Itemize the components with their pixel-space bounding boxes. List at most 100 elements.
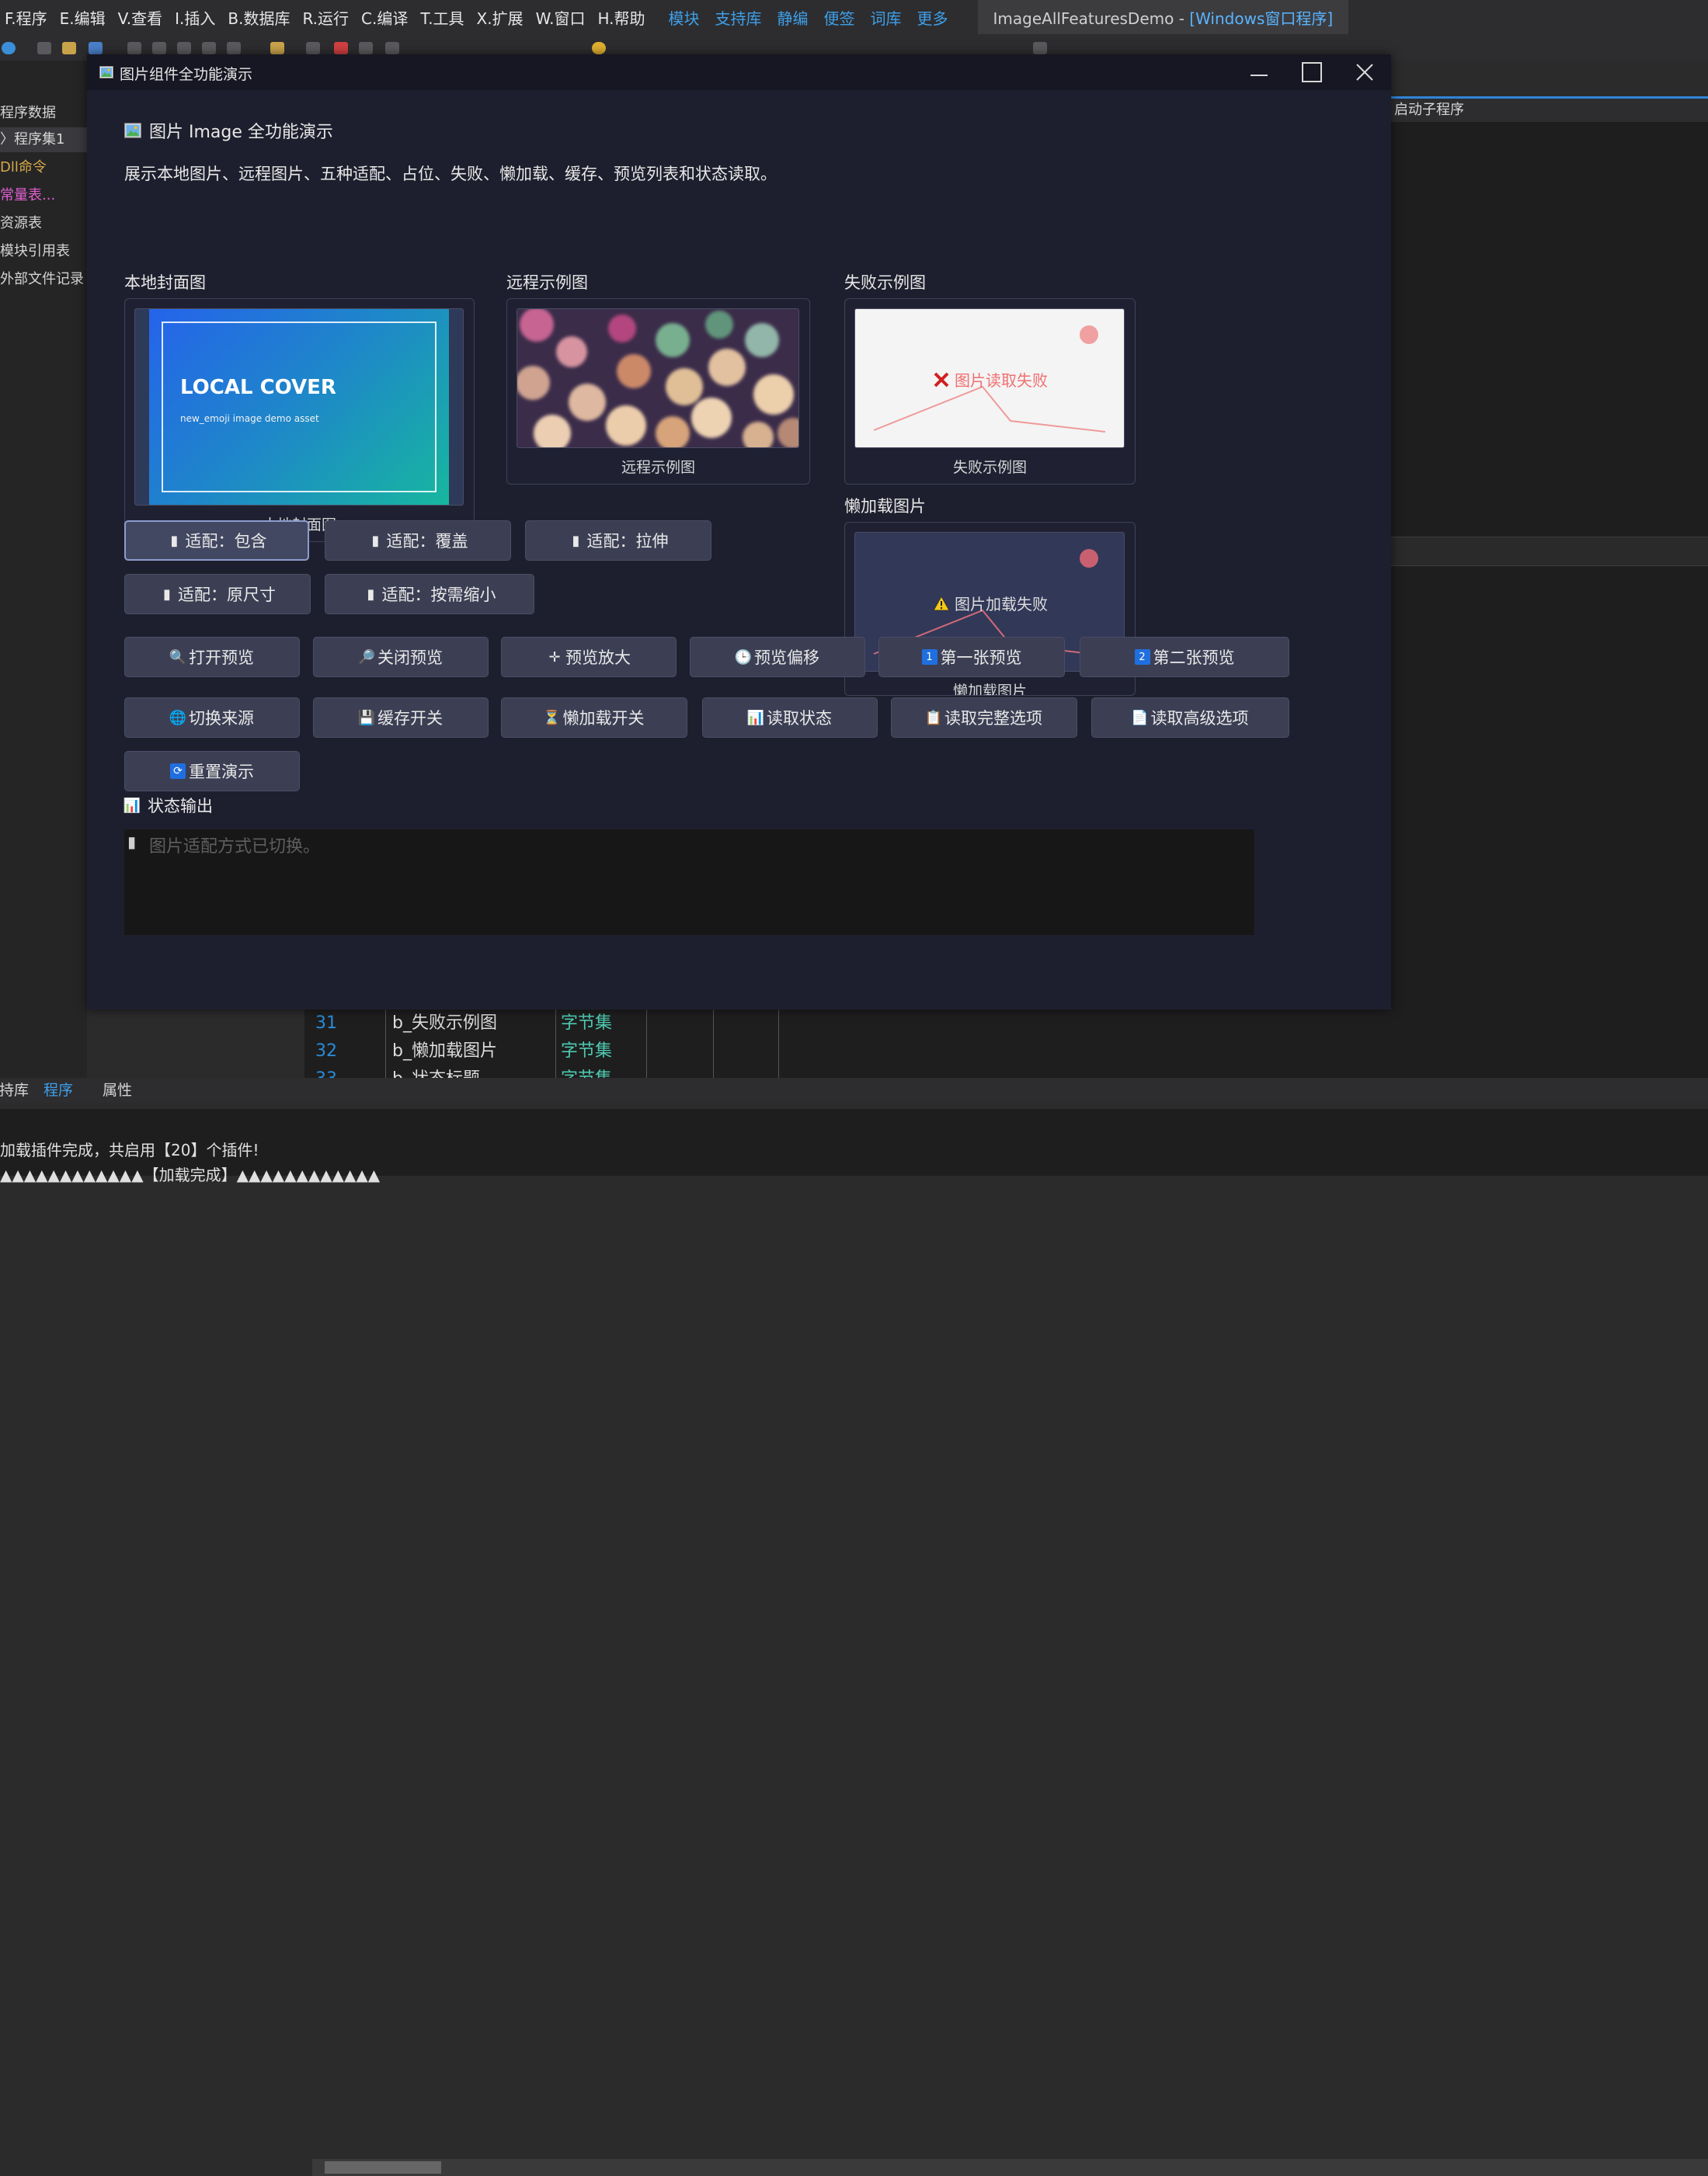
menu-edit[interactable]: E.编辑 (60, 6, 106, 29)
phone-icon: ▮ (367, 586, 375, 603)
document-icon: 📄 (1131, 709, 1149, 726)
step-icon[interactable] (359, 42, 373, 54)
paste-icon[interactable] (177, 42, 191, 54)
window-titlebar[interactable]: 图片组件全功能演示 (87, 54, 1391, 90)
status-title: 📊 状态输出 (123, 797, 213, 815)
tab-properties[interactable]: 属性 (103, 1078, 132, 1103)
failed-image-card[interactable]: 图片读取失败 失败示例图 (844, 298, 1136, 485)
link-static[interactable]: 静编 (777, 6, 809, 29)
menu-database[interactable]: B.数据库 (228, 6, 290, 29)
lazy-toggle-button[interactable]: ⏳ 懒加载开关 (501, 697, 687, 738)
fit-cover-button[interactable]: ▮ 适配：覆盖 (325, 520, 511, 561)
folder-icon[interactable] (270, 42, 284, 54)
menu-extend[interactable]: X.扩展 (477, 6, 524, 29)
fit-contain-button[interactable]: ▮ 适配：包含 (124, 520, 309, 561)
refresh-icon: ⟳ (170, 763, 186, 779)
magnifier-icon: 🔎 (357, 648, 376, 666)
table-cell (713, 1010, 779, 1038)
tree-item-external-files[interactable]: 外部文件记录 (0, 267, 87, 292)
menu-view[interactable]: V.查看 (118, 6, 162, 29)
page-title: 图片 Image 全功能演示 (124, 118, 333, 143)
table-row[interactable]: 31 b_失败示例图 字节集 (304, 1010, 864, 1038)
menu-tools[interactable]: T.工具 (420, 6, 464, 29)
status-output[interactable]: ▮ 图片适配方式已切换。 (124, 829, 1254, 935)
nav-icon[interactable] (2, 42, 16, 54)
menu-compile[interactable]: C.编译 (361, 6, 408, 29)
second-preview-button[interactable]: 2 第二张预览 (1080, 637, 1289, 677)
fit-stretch-button[interactable]: ▮ 适配：拉伸 (525, 520, 711, 561)
copy-icon[interactable] (152, 42, 166, 54)
local-cover-image: LOCAL COVER new_emoji image demo asset (134, 308, 464, 506)
panel-divider (1391, 537, 1708, 566)
cut-icon[interactable] (127, 42, 141, 54)
phone-icon: ▮ (170, 532, 179, 549)
minimize-button[interactable] (1233, 54, 1285, 90)
offset-preview-button[interactable]: 🕒 预览偏移 (690, 637, 865, 677)
run-icon[interactable] (306, 42, 320, 54)
switch-source-button[interactable]: 🌐 切换来源 (124, 697, 300, 738)
zoom-preview-button[interactable]: ✛ 预览放大 (501, 637, 677, 677)
read-full-options-button[interactable]: 📋 读取完整选项 (891, 697, 1077, 738)
link-more[interactable]: 更多 (917, 6, 948, 29)
output-line: 加载插件完成，共启用【20】个插件! (0, 1141, 259, 1159)
bokeh-lights (517, 309, 798, 447)
menu-run[interactable]: R.运行 (302, 6, 349, 29)
tree-item-constants[interactable]: 常量表... (0, 183, 87, 208)
tab-program[interactable]: 程序 (43, 1078, 73, 1103)
fit-scale-down-button[interactable]: ▮ 适配：按需缩小 (325, 574, 534, 614)
undo-icon[interactable] (202, 42, 216, 54)
tool-icon[interactable] (1033, 42, 1047, 54)
first-preview-button[interactable]: 1 第一张预览 (878, 637, 1065, 677)
tree-item-dll[interactable]: Dll命令 (0, 155, 87, 180)
cache-toggle-button[interactable]: 💾 缓存开关 (313, 697, 489, 738)
var-type: 字节集 (555, 1038, 647, 1065)
redo-icon[interactable] (227, 42, 241, 54)
close-button[interactable] (1338, 54, 1391, 90)
open-preview-button[interactable]: 🔍 打开预览 (124, 637, 300, 677)
open-folder-icon[interactable] (62, 42, 76, 54)
save-icon[interactable] (89, 42, 103, 54)
phone-icon: ▮ (163, 586, 171, 603)
read-advanced-options-button[interactable]: 📄 读取高级选项 (1091, 697, 1289, 738)
menu-insert[interactable]: I.插入 (175, 6, 215, 29)
local-image-card[interactable]: LOCAL COVER new_emoji image demo asset 本… (124, 298, 475, 542)
close-preview-button[interactable]: 🔎 关闭预览 (313, 637, 489, 677)
tree-item-assembly[interactable]: 〉程序集1 (0, 127, 87, 152)
horizontal-scrollbar[interactable] (312, 2159, 1708, 2176)
new-file-icon[interactable] (37, 42, 51, 54)
tree-item-resources[interactable]: 资源表 (0, 211, 87, 236)
stop-icon[interactable] (334, 42, 348, 54)
reset-demo-button[interactable]: ⟳ 重置演示 (124, 751, 300, 791)
debug-icon[interactable] (385, 42, 399, 54)
table-row[interactable]: 32 b_懒加载图片 字节集 (304, 1038, 864, 1065)
scrollbar-thumb[interactable] (325, 2161, 441, 2174)
link-module[interactable]: 模块 (669, 6, 700, 29)
link-notes[interactable]: 便签 (824, 6, 855, 29)
remote-image-card[interactable]: 远程示例图 (506, 298, 810, 485)
hourglass-icon: ⏳ (543, 709, 561, 726)
window-title: 图片组件全功能演示 (120, 66, 253, 83)
bulb-icon[interactable] (592, 42, 606, 54)
tab-support-lib[interactable]: 支持库 (0, 1078, 29, 1103)
maximize-button[interactable] (1285, 54, 1338, 90)
globe-icon: 🌐 (169, 709, 187, 726)
tree-item-module-refs[interactable]: 模块引用表 (0, 239, 87, 264)
phone-icon: ▮ (371, 532, 380, 549)
remote-bokeh-image (517, 308, 799, 448)
link-support-lib[interactable]: 支持库 (715, 6, 762, 29)
menu-program[interactable]: F.程序 (5, 6, 47, 29)
floppy-disk-icon: 💾 (357, 709, 376, 726)
menu-help[interactable]: H.帮助 (597, 6, 645, 29)
remote-image-caption: 远程示例图 (621, 459, 695, 476)
demo-window: 图片组件全功能演示 图片 Image 全功能演示 展示本地图片、远程图片、五种适… (87, 54, 1391, 1010)
cover-border (162, 322, 437, 492)
read-status-button[interactable]: 📊 读取状态 (702, 697, 878, 738)
cover-title: LOCAL COVER (180, 376, 336, 399)
tree-item-program-data[interactable]: 程序数据 (0, 101, 87, 126)
fit-original-button[interactable]: ▮ 适配：原尺寸 (124, 574, 311, 614)
menu-window[interactable]: W.窗口 (536, 6, 586, 29)
output-line: ▲▲▲▲▲▲▲▲▲▲▲▲【加载完成】▲▲▲▲▲▲▲▲▲▲▲▲ (0, 1166, 381, 1184)
right-panel-title: 启动子程序 (1391, 96, 1708, 122)
link-lexicon[interactable]: 词库 (871, 6, 902, 29)
plus-icon: ✛ (548, 648, 561, 666)
